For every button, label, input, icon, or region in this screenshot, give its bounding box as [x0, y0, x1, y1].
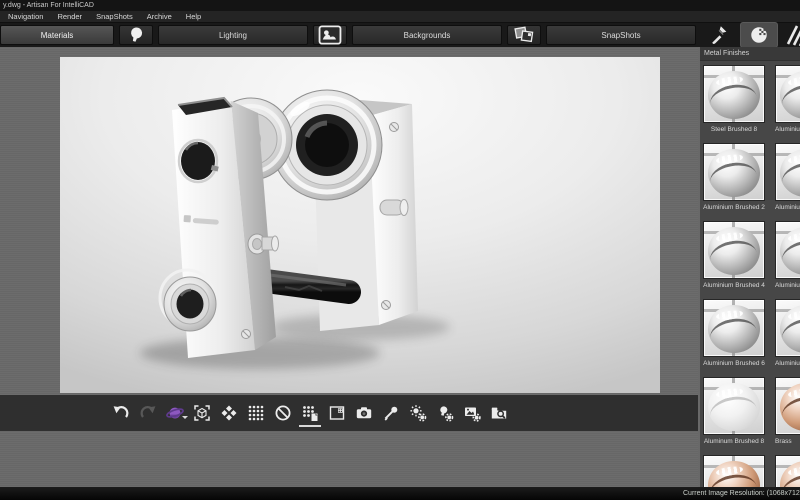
material-sphere-preview — [708, 383, 760, 431]
tab-backgrounds-label: Backgrounds — [404, 31, 451, 40]
material-swatch[interactable]: Steel Brushed 8 — [703, 65, 765, 134]
material-thumbnail[interactable] — [775, 455, 800, 487]
tab-lighting-label: Lighting — [219, 31, 247, 40]
camera-icon[interactable] — [355, 402, 373, 424]
material-thumbnail[interactable] — [703, 455, 765, 487]
material-sphere-preview — [708, 71, 760, 119]
tab-materials-label: Materials — [41, 31, 73, 40]
sun-settings-icon[interactable] — [409, 402, 427, 424]
material-swatch[interactable] — [703, 455, 765, 487]
redo-icon[interactable] — [139, 402, 157, 424]
material-thumbnail[interactable] — [703, 299, 765, 357]
tab-lighting[interactable]: Lighting — [158, 25, 308, 45]
browse-folder-icon[interactable] — [490, 402, 508, 424]
material-thumbnail[interactable] — [703, 65, 765, 123]
material-swatch[interactable]: Aluminium Brushed 4 — [703, 221, 765, 290]
disable-icon[interactable] — [274, 402, 292, 424]
render-cube-icon[interactable] — [193, 402, 211, 424]
background-image-icon[interactable] — [313, 25, 347, 45]
lighting-settings-icon[interactable] — [436, 402, 454, 424]
eyedropper-icon[interactable] — [382, 402, 400, 424]
material-thumbnail[interactable] — [775, 221, 800, 279]
material-thumbnail[interactable] — [775, 65, 800, 123]
material-thumbnail[interactable] — [775, 299, 800, 357]
material-swatch[interactable]: Aluminium Brushed 2 — [703, 143, 765, 212]
material-swatch[interactable]: Aluminiu — [775, 221, 800, 290]
tab-backgrounds[interactable]: Backgrounds — [352, 25, 502, 45]
window-title: y.dwg - Artisan For IntelliCAD — [3, 2, 94, 9]
tab-materials[interactable]: Materials — [0, 25, 114, 45]
status-text: Current Image Resolution: (1068x712) | L… — [683, 490, 800, 497]
material-sphere-preview — [708, 305, 760, 353]
finish-stripes-icon[interactable] — [784, 22, 800, 48]
engraved-logo-mark — [184, 215, 191, 222]
material-label: Aluminiu — [775, 282, 800, 290]
material-thumbnail[interactable] — [775, 143, 800, 201]
material-swatch[interactable]: Aluminiu — [775, 299, 800, 368]
finishes-sidebar: Metal Finishes Steel Brushed 8 Aluminiu — [700, 47, 800, 487]
snapshots-photos-icon[interactable] — [507, 25, 541, 45]
material-label: Aluminiu — [775, 126, 800, 134]
undo-icon[interactable] — [112, 402, 130, 424]
tab-bar: Materials Lighting Backgrounds SnapShots — [0, 23, 800, 47]
window-titlebar: y.dwg - Artisan For IntelliCAD — [0, 0, 800, 11]
materials-planet-icon[interactable] — [166, 402, 184, 424]
menu-bar: Navigation Render SnapShots Archive Help — [0, 11, 800, 23]
material-sphere-preview — [708, 149, 760, 197]
menu-item-navigation[interactable]: Navigation — [8, 12, 43, 21]
image-settings-icon[interactable] — [463, 402, 481, 424]
tab-snapshots[interactable]: SnapShots — [546, 25, 696, 45]
material-thumbnail[interactable] — [775, 377, 800, 435]
material-swatch[interactable]: Aluminiu — [775, 65, 800, 134]
finish-mode-buttons — [704, 22, 800, 48]
material-thumbnail[interactable] — [703, 143, 765, 201]
material-label: Aluminum Brushed 8 — [703, 438, 765, 446]
menu-item-render[interactable]: Render — [57, 12, 82, 21]
quality-diamonds-icon[interactable] — [220, 402, 238, 424]
material-swatch[interactable] — [775, 455, 800, 487]
region-render-icon[interactable] — [301, 402, 319, 424]
lightbulb-icon[interactable] — [119, 25, 153, 45]
menu-item-help[interactable]: Help — [186, 12, 201, 21]
material-label: Brass — [775, 438, 800, 446]
status-bar: Current Image Resolution: (1068x712) | L… — [0, 487, 800, 500]
material-label: Aluminium Brushed 4 — [703, 282, 765, 290]
dot-grid-icon[interactable] — [247, 402, 265, 424]
render-canvas-area — [0, 47, 698, 487]
material-label: Aluminiu — [775, 204, 800, 212]
menu-item-snapshots[interactable]: SnapShots — [96, 12, 133, 21]
material-label: Aluminium Brushed 2 — [703, 204, 765, 212]
render-image[interactable] — [60, 57, 660, 393]
material-grid: Steel Brushed 8 Aluminiu Aluminium Brush… — [700, 61, 800, 487]
material-sphere-icon[interactable] — [740, 22, 778, 48]
material-swatch[interactable]: Aluminum Brushed 8 — [703, 377, 765, 446]
artisan-app: { "window": { "title": "y.dwg - Artisan … — [0, 0, 800, 500]
material-swatch[interactable]: Brass — [775, 377, 800, 446]
material-label: Aluminium Brushed 6 — [703, 360, 765, 368]
tab-snapshots-label: SnapShots — [601, 31, 640, 40]
material-label: Steel Brushed 8 — [703, 126, 765, 134]
material-swatch[interactable]: Aluminiu — [775, 143, 800, 212]
material-swatch[interactable]: Aluminium Brushed 6 — [703, 299, 765, 368]
paintbrush-icon[interactable] — [704, 22, 734, 48]
sidebar-title: Metal Finishes — [700, 47, 800, 61]
material-thumbnail[interactable] — [703, 377, 765, 435]
material-sphere-preview — [708, 227, 760, 275]
viewport-frame-icon[interactable] — [328, 402, 346, 424]
material-label: Aluminiu — [775, 360, 800, 368]
render-toolbar — [0, 395, 698, 431]
menu-item-archive[interactable]: Archive — [147, 12, 172, 21]
material-thumbnail[interactable] — [703, 221, 765, 279]
